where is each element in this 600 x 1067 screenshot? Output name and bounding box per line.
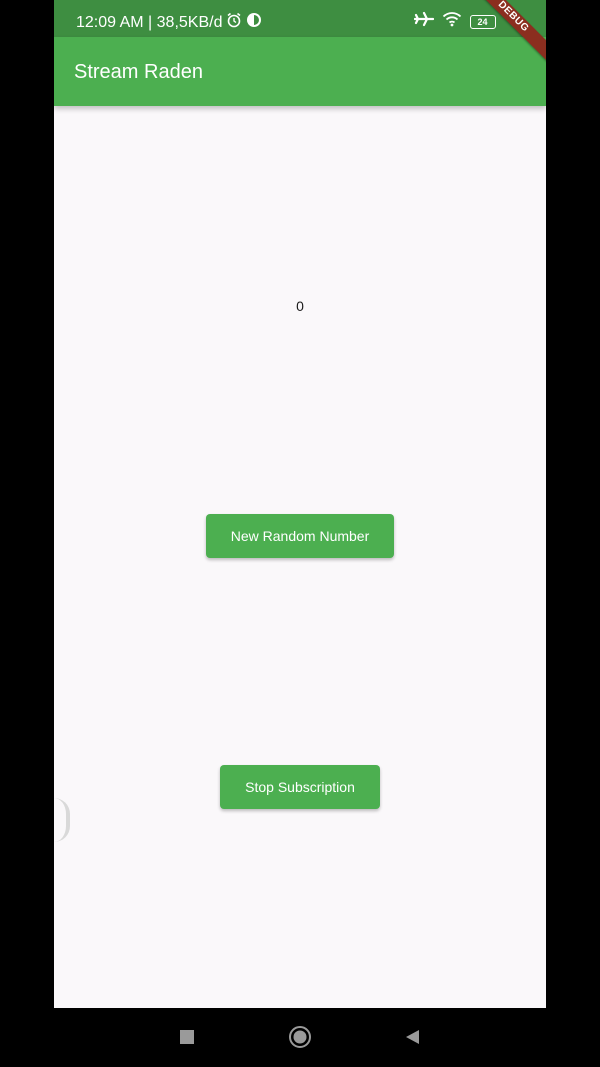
status-bar: 12:09 AM | 38,5KB/d 24 (54, 0, 546, 37)
status-right: 24 (413, 11, 496, 32)
home-icon[interactable] (288, 1025, 312, 1049)
new-random-number-button[interactable]: New Random Number (206, 514, 394, 558)
recents-icon[interactable] (175, 1025, 199, 1049)
app-bar: Stream Raden (54, 37, 546, 106)
random-number-value: 0 (296, 298, 304, 314)
app-title: Stream Raden (74, 61, 203, 83)
back-icon[interactable] (400, 1025, 424, 1049)
back-gesture-indicator (54, 798, 70, 842)
battery-icon: 24 (470, 14, 496, 29)
sync-icon (246, 12, 262, 34)
battery-level: 24 (477, 16, 488, 27)
status-time-speed: 12:09 AM | 38,5KB/d (76, 14, 223, 31)
app-screen: 12:09 AM | 38,5KB/d 24 Stream Raden DEBU… (54, 0, 546, 1008)
alarm-icon (226, 12, 242, 34)
status-left: 12:09 AM | 38,5KB/d (76, 12, 262, 34)
wifi-icon (442, 11, 462, 32)
airplane-icon (413, 11, 435, 32)
navigation-bar (0, 1008, 600, 1067)
stop-subscription-button[interactable]: Stop Subscription (220, 765, 380, 809)
